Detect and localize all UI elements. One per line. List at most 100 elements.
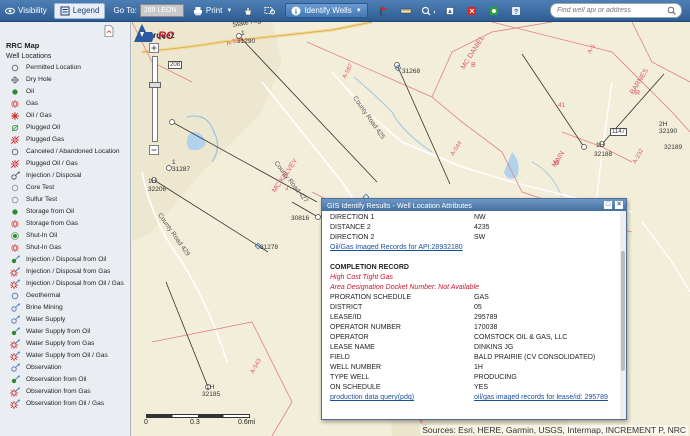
search-input[interactable] [550,3,682,18]
measure-tool[interactable] [398,4,414,18]
clear-tool[interactable] [464,4,480,18]
attribute-key: LEASE NAME [330,344,375,351]
lease-label: R [635,90,641,97]
popup-body: DIRECTION 1 NW DISTANCE 2 4235 DIRECTION 2 SW… [322,211,626,419]
magnifier-icon: ▼ [421,6,435,16]
goto-input[interactable] [139,4,184,17]
plugged-sun-icon [8,159,22,169]
arrow-icon [8,171,22,181]
green-square-icon [489,6,498,15]
attribute-row: LEASE/ID 295789 [330,313,618,323]
legend-item: Core Test [0,182,130,194]
attribute-row: ON SCHEDULE YES [330,383,618,393]
print-button[interactable]: Print ▼ [188,3,237,19]
help-tool[interactable]: ? [508,4,524,18]
arrow-sun-icon [8,351,22,361]
legend-item-label: Observation [26,364,62,371]
zoom-box-icon [264,6,276,14]
zoom-out-icon[interactable] [149,144,159,156]
legend-item-label: Injection / Disposal [26,172,82,179]
map-view[interactable]: Marquez State Highway 7208County Road 42… [132,22,690,436]
attribute-key: FIELD [330,354,350,361]
legend-label: Legend [72,6,100,15]
well-label: 31268 [402,68,421,75]
attribute-key: ON SCHEDULE [330,384,381,391]
eye-icon [5,7,15,14]
pan-tool[interactable] [240,4,256,18]
legend-item: Plugged Gas [0,134,130,146]
legend-item: Brine Mining [0,302,130,314]
arrow-sun-icon [8,267,22,277]
attribute-key: DIRECTION 1 [330,214,375,221]
search-tool[interactable]: ▼ [420,4,436,18]
zoom-box-tool[interactable] [262,4,278,18]
layers-icon [445,6,454,15]
pdq-link[interactable]: production data query(pdq) [330,393,474,403]
arrow-sun-icon [8,399,22,409]
well-label: 31287 [172,166,191,173]
lease-label: J [285,185,289,192]
arrow-dot-icon [8,375,22,385]
maximize-icon[interactable]: □ [604,201,612,209]
info-icon: i [291,6,301,16]
visibility-button[interactable]: Visibility [0,3,52,19]
scale-label-1: 0.3 [190,419,200,426]
attribute-row: PRORATION SCHEDULE GAS [330,293,618,303]
legend-item: Injection / Disposal [0,170,130,182]
attribute-key: DISTRICT [330,304,363,311]
well-label: 32189 [664,144,683,151]
rrc-logo-icon: RC [134,24,175,42]
search-icon[interactable] [667,6,677,16]
legend-item: Injection / Disposal from Gas [0,266,130,278]
well-label: 1 [241,30,245,37]
well-label: 31278 [260,244,279,251]
attribute-key: OPERATOR [330,334,369,341]
layers-tool[interactable] [442,4,458,18]
scale-labels: 0 0.3 0.6mi [144,418,255,428]
legend-item-label: Injection / Disposal from Gas [26,268,111,275]
legend-item: Geothermal [0,290,130,302]
svg-text:?: ? [514,9,518,16]
zoom-slider-handle[interactable] [149,82,161,88]
imaged-records-link[interactable]: Oil/Gas Imaged Records for API:28932180 [330,243,463,253]
well-label: 1H [148,178,157,185]
pdf-icon[interactable] [104,25,114,37]
flag-tool[interactable] [376,4,392,18]
legend-item: Gas [0,98,130,110]
attribute-value: 05 [474,304,482,311]
lease-imaged-link[interactable]: oil/gas imaged records for lease/id: 295… [474,393,618,403]
well-label: 32206 [148,186,167,193]
legend-item: Observation from Oil / Gas [0,398,130,410]
legend-item: Water Supply [0,314,130,326]
attribute-key: OPERATOR NUMBER [330,324,401,331]
zoom-slider-track[interactable] [152,56,158,142]
legend-item-label: Storage from Oil [26,208,75,215]
legend-item-label: Water Supply from Oil / Gas [26,352,108,359]
svg-text:i: i [295,8,297,16]
legend-item-label: Oil / Gas [26,112,52,119]
arrow-dot-icon [8,255,22,265]
legend-item: Plugged Oil / Gas [0,158,130,170]
circle-outline-icon [8,147,22,157]
attribute-value: 170038 [474,324,498,331]
close-icon[interactable]: × [615,201,623,209]
attribute-key: PRORATION SCHEDULE [330,294,412,301]
attribute-row: WELL NUMBER 1H [330,363,618,373]
lease-label: W [553,160,560,167]
svg-text:RC: RC [158,30,175,42]
arrow-sun-icon [8,339,22,349]
sun-dot-icon [8,111,22,121]
popup-header[interactable]: GIS Identify Results - Well Location Att… [322,199,626,211]
popup-scrollbar[interactable] [620,211,626,419]
identify-wells-button[interactable]: i Identify Wells ▼ [285,3,368,18]
attribute-row: DIRECTION 2 SW [330,233,618,243]
popup-scrollbar-thumb[interactable] [621,251,625,371]
legend-item-label: Brine Mining [26,304,63,311]
legend-button[interactable]: Legend [53,2,106,19]
well-label: 32185 [202,391,221,398]
clear-red-icon [467,6,476,15]
goto-label: Go To: [113,6,137,15]
green-tool[interactable] [486,4,502,18]
print-label: Print [205,6,223,15]
circle-outline-icon [8,183,22,193]
